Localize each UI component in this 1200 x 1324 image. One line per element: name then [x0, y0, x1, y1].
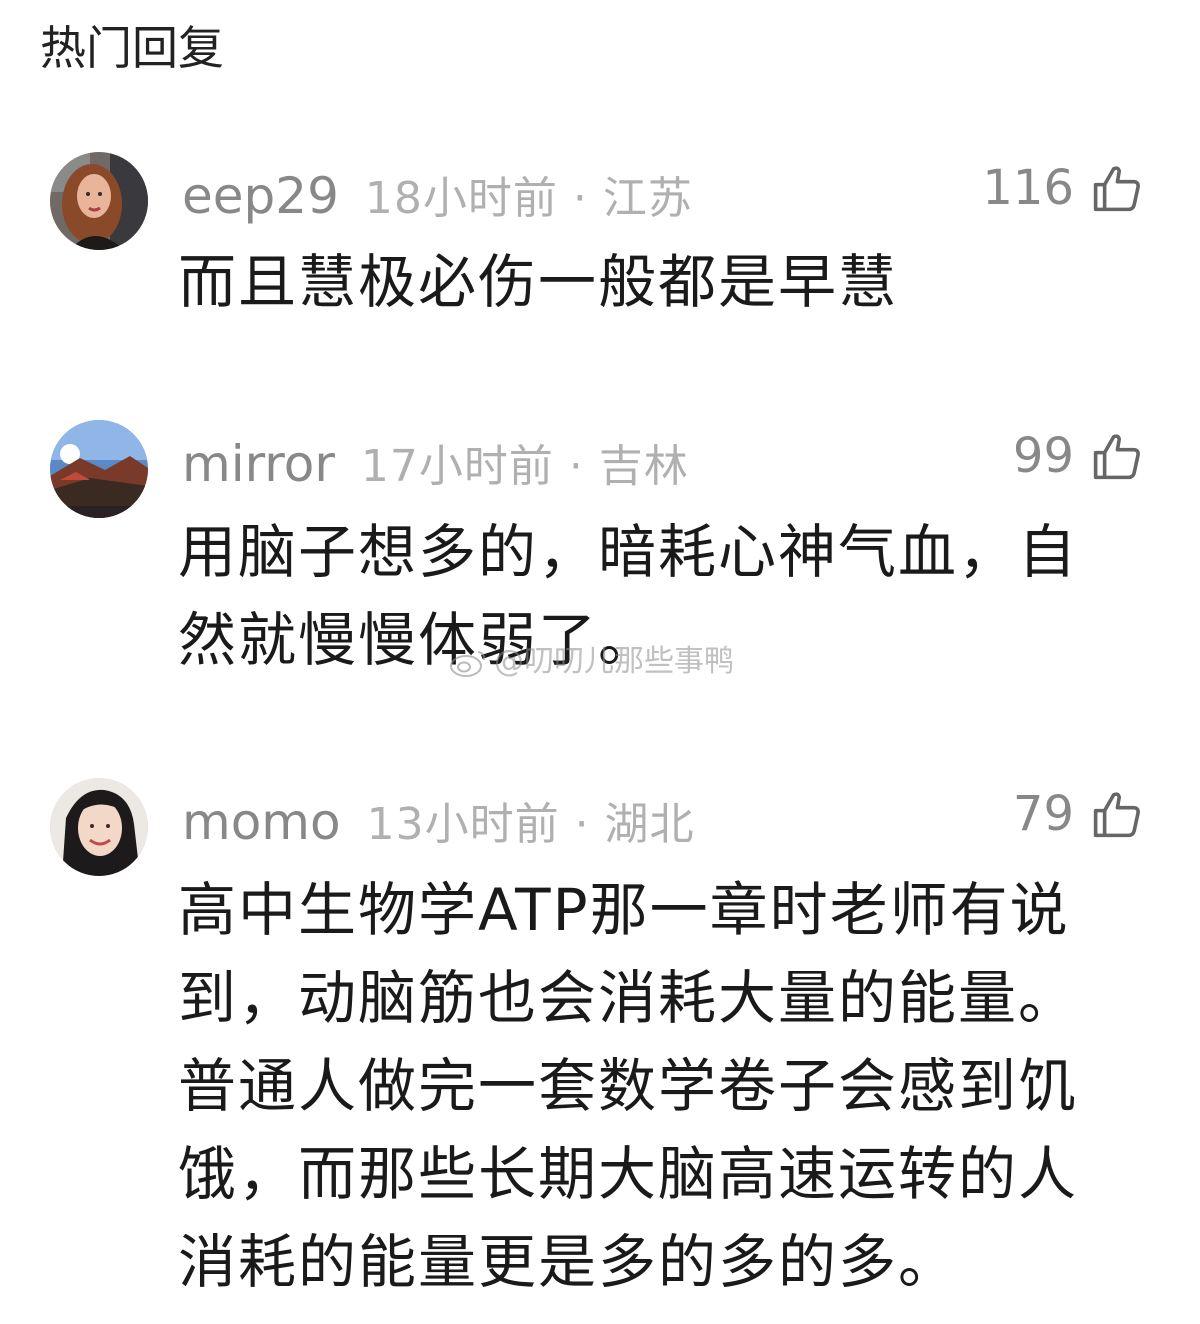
username[interactable]: mirror [182, 435, 335, 493]
like-button[interactable]: 99 [1013, 426, 1144, 486]
portrait-woman-avatar-icon [50, 152, 148, 250]
avatar[interactable] [50, 420, 148, 518]
timestamp-location: 13小时前 · 湖北 [366, 799, 695, 850]
comment-meta: mirror 17小时前 · 吉林 [182, 430, 689, 493]
thumbs-up-icon [1093, 166, 1140, 212]
comment-content: 高中生物学ATP那一章时老师有说到，动脑筋也会消耗大量的能量。普通人做完一套数学… [178, 876, 1079, 1296]
timestamp-location: 18小时前 · 江苏 [364, 173, 693, 224]
timestamp-location: 17小时前 · 吉林 [360, 441, 689, 492]
watermark: @叨叨儿那些事鸭 [448, 642, 734, 682]
username[interactable]: eep29 [182, 167, 339, 225]
username[interactable]: momo [182, 793, 341, 851]
comment-content: 而且慧极必伤一般都是早慧 [178, 248, 899, 316]
thumbs-up-icon [1093, 434, 1140, 480]
comment-meta: eep29 18小时前 · 江苏 [182, 162, 693, 225]
like-count: 99 [1012, 428, 1074, 484]
avatar[interactable] [50, 778, 148, 876]
watermark-text: @叨叨儿那些事鸭 [494, 644, 734, 679]
like-count: 79 [1012, 786, 1074, 842]
comment-meta: momo 13小时前 · 湖北 [182, 788, 695, 851]
portrait-girl-avatar-icon [50, 778, 148, 876]
landscape-avatar-icon [50, 420, 148, 518]
like-button[interactable]: 79 [1013, 784, 1144, 844]
weibo-icon [450, 651, 486, 677]
like-button[interactable]: 116 [982, 158, 1144, 218]
section-title: 热门回复 [40, 21, 224, 75]
avatar[interactable] [50, 152, 148, 250]
thumbs-up-icon [1093, 792, 1140, 838]
like-count: 116 [982, 160, 1074, 216]
